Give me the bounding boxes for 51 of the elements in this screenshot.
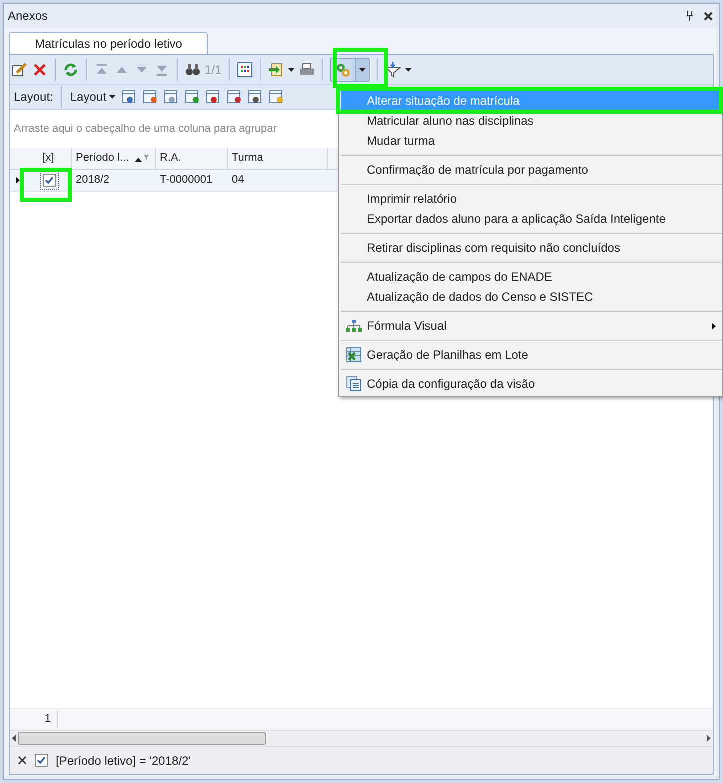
highlight-frame bbox=[20, 168, 72, 202]
menu-item[interactable]: Matricular aluno nas disciplinas bbox=[341, 111, 720, 131]
layout-label: Layout: bbox=[14, 89, 54, 106]
column-header[interactable]: Período l... bbox=[72, 148, 156, 169]
menu-item[interactable]: Exportar dados aluno para a aplicação Saída Inteligente bbox=[341, 209, 720, 229]
menu-item[interactable]: Atualização de dados do Censo e SISTEC bbox=[341, 287, 720, 307]
close-icon[interactable] bbox=[704, 12, 713, 20]
table-cell-text: T-0000001 bbox=[159, 173, 214, 188]
checkbox[interactable] bbox=[35, 754, 48, 767]
layout-dropdown[interactable]: Layout bbox=[70, 88, 116, 106]
binoculars-icon[interactable] bbox=[185, 62, 201, 78]
menu-item[interactable]: Geração de Planilhas em Lote bbox=[341, 345, 720, 365]
pin-icon[interactable] bbox=[686, 11, 694, 21]
spreadsheet-icon bbox=[346, 347, 362, 363]
close-icon[interactable] bbox=[18, 756, 27, 765]
column-header[interactable]: Turma bbox=[228, 148, 328, 169]
grid-view-icon[interactable] bbox=[236, 62, 253, 78]
tab[interactable]: Matrículas no período letivo bbox=[9, 32, 208, 54]
table-cell-text: 2018/2 bbox=[75, 173, 111, 188]
checkbox[interactable] bbox=[42, 174, 56, 187]
gears-icon bbox=[334, 62, 351, 78]
caret-icon[interactable] bbox=[404, 68, 412, 72]
menu-item[interactable]: Imprimir relatório bbox=[341, 189, 720, 209]
printer-icon[interactable] bbox=[298, 62, 315, 78]
page-counter: 1/1 bbox=[205, 62, 222, 78]
refresh-icon[interactable] bbox=[63, 62, 79, 78]
column-header[interactable]: [x] bbox=[26, 148, 72, 169]
menu-item[interactable]: Atualização de campos do ENADE bbox=[341, 267, 720, 287]
scroll-right-icon[interactable] bbox=[707, 735, 711, 742]
menu-item[interactable]: Fórmula Visual bbox=[341, 316, 720, 336]
sort-icon bbox=[135, 154, 150, 162]
scroll-left-icon[interactable] bbox=[12, 735, 16, 742]
copy-icon bbox=[346, 376, 362, 392]
caret-icon[interactable] bbox=[358, 68, 366, 72]
menu-item[interactable]: Mudar turma bbox=[341, 131, 720, 151]
menu-item[interactable]: Retirar disciplinas com requisito não concluídos bbox=[341, 238, 720, 258]
column-header[interactable]: R.A. bbox=[156, 148, 228, 169]
window-title: Anexos bbox=[8, 8, 48, 25]
caret-icon[interactable] bbox=[288, 68, 295, 72]
menu-item[interactable]: Confirmação de matrícula por pagamento bbox=[341, 160, 720, 180]
footer-count: 1 bbox=[10, 711, 58, 728]
horizontal-scrollbar[interactable] bbox=[10, 730, 713, 746]
menu-item[interactable]: Cópia da configuração da visão bbox=[341, 374, 720, 394]
table-cell-text: 04 bbox=[231, 173, 246, 188]
hierarchy-icon bbox=[346, 319, 362, 333]
scrollbar-thumb[interactable] bbox=[18, 732, 266, 745]
row-indicator-icon bbox=[16, 177, 20, 184]
caret-icon[interactable] bbox=[109, 95, 116, 99]
filter-expression: [Período letivo] = '2018/2' bbox=[56, 752, 192, 770]
edit-icon[interactable] bbox=[12, 62, 28, 78]
group-panel-hint: Arraste aqui o cabeçalho de uma coluna para agrupar bbox=[14, 122, 277, 137]
